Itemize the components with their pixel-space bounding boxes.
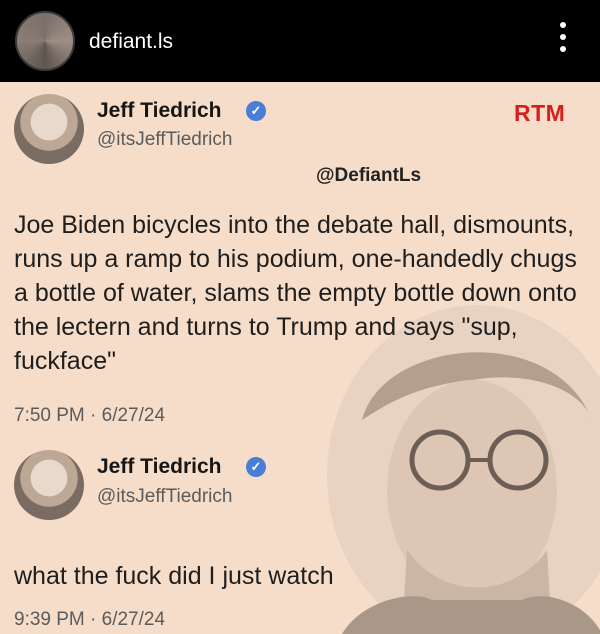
story-username[interactable]: defiant.ls <box>89 30 173 54</box>
story-header: defiant.ls <box>0 0 600 82</box>
reply-timestamp: 9:39 PM · 6/27/24 <box>14 609 166 630</box>
profile-avatar[interactable] <box>15 11 75 71</box>
reply-author-avatar <box>14 450 84 520</box>
verified-badge-icon: ✓ <box>246 457 266 477</box>
tweet-author-name: Jeff Tiedrich <box>97 99 222 122</box>
reply-author-handle: @itsJeffTiedrich <box>97 486 233 507</box>
more-vertical-icon[interactable] <box>556 22 570 60</box>
verified-badge-icon: ✓ <box>246 101 266 121</box>
reply-text: what the fuck did I just watch <box>14 562 334 590</box>
rtm-badge: RTM <box>514 100 566 126</box>
tweet-author-handle: @itsJeffTiedrich <box>97 129 233 150</box>
tweet-author-avatar <box>14 94 84 164</box>
tweet-timestamp: 7:50 PM · 6/27/24 <box>14 405 166 426</box>
reply-author-name: Jeff Tiedrich <box>97 455 222 478</box>
tweet-text: Joe Biden bicycles into the debate hall,… <box>14 211 577 375</box>
watermark: @DefiantLs <box>316 165 422 186</box>
